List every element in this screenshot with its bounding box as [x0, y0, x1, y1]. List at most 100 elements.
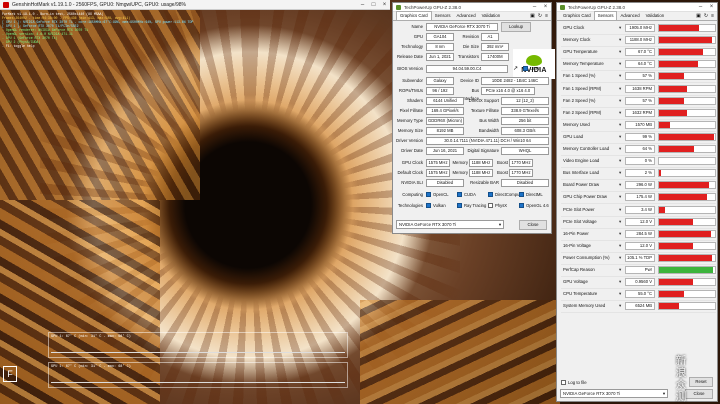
reset-button[interactable]: Reset — [689, 377, 713, 387]
maximize-icon[interactable]: □ — [368, 2, 379, 8]
close-icon[interactable]: × — [540, 4, 551, 10]
close-icon[interactable]: × — [706, 4, 717, 10]
chevron-down-icon[interactable]: ▾ — [619, 134, 621, 140]
tab-sensors[interactable]: Sensors — [432, 12, 454, 20]
checkbox-label: OpenCL — [433, 192, 449, 197]
chevron-down-icon[interactable]: ▾ — [619, 98, 621, 104]
checkbox-vulkan[interactable]: Vulkan — [426, 202, 446, 209]
gpuz-sensors-window[interactable]: TechPowerUp GPU-Z 2.38.0 – × Graphics Ca… — [556, 2, 718, 403]
value-revision: A1 — [481, 33, 499, 41]
chevron-down-icon[interactable]: ▾ — [619, 86, 621, 92]
sensor-graph — [658, 181, 716, 190]
checkbox-label: OpenGL 4.6 — [526, 203, 549, 208]
label-mem-type: Memory Type — [397, 118, 423, 123]
log-label: Log to file — [568, 380, 587, 385]
value-mem-type: GDDR6X (Micron) — [426, 117, 464, 125]
game-titlebar[interactable]: GenshinHotMark v1.19.1.0 - 2560FPS, GPU0… — [0, 0, 390, 10]
sensor-name: PerfCap Reason — [563, 267, 595, 272]
chevron-down-icon[interactable]: ▾ — [619, 146, 621, 152]
refresh-icon[interactable]: ↻ — [538, 12, 542, 20]
chevron-down-icon[interactable]: ▾ — [619, 61, 621, 67]
chevron-down-icon[interactable]: ▾ — [619, 207, 621, 213]
value-driver-date: Jun 16, 2021 — [426, 147, 464, 155]
chevron-down-icon[interactable]: ▾ — [619, 122, 621, 128]
checkbox-opencl[interactable]: OpenCL — [426, 191, 449, 198]
sensor-row: PerfCap Reason ▾ Pwr — [561, 265, 716, 277]
menu-icon[interactable]: ≡ — [545, 12, 548, 20]
label-rops: ROPs/TMUs — [398, 88, 423, 93]
tab-validation[interactable]: Validation — [479, 12, 504, 20]
chevron-down-icon[interactable]: ▾ — [619, 170, 621, 176]
gpu-select-value: NVIDIA GeForce RTX 3070 Ti — [563, 391, 620, 396]
gpuz-card-window[interactable]: TechPowerUp GPU-Z 2.38.0 – × Graphics Ca… — [392, 2, 555, 234]
chevron-down-icon[interactable]: ▾ — [619, 219, 621, 225]
close-button[interactable]: Close — [519, 220, 547, 230]
log-to-file-checkbox[interactable]: Log to file — [561, 380, 587, 385]
gpuz-card-tabs: Graphics Card Sensors Advanced Validation ▣ ↻… — [393, 11, 551, 21]
menu-icon[interactable]: ≡ — [711, 12, 714, 20]
label-sli: NVIDIA SLI — [401, 180, 423, 185]
minimize-icon[interactable]: – — [529, 4, 540, 10]
sensor-graph — [658, 169, 716, 178]
gpu-select[interactable]: NVIDIA GeForce RTX 3070 Ti ▾ — [396, 220, 504, 229]
label-name: Name — [411, 24, 423, 29]
chevron-down-icon[interactable]: ▾ — [619, 194, 621, 200]
sensor-graph-fill — [659, 37, 713, 44]
checkbox-directcompute[interactable]: DirectCompute — [488, 191, 523, 198]
camera-icon[interactable]: ▣ — [696, 12, 701, 20]
chevron-down-icon[interactable]: ▾ — [619, 255, 621, 261]
chevron-down-icon[interactable]: ▾ — [619, 158, 621, 164]
sensor-row: Memory Temperature ▾ 64.0 °C — [561, 59, 716, 72]
value-release-date: Jun 1, 2021 — [426, 53, 454, 61]
chevron-down-icon[interactable]: ▾ — [619, 243, 621, 249]
close-icon[interactable]: × — [379, 2, 390, 8]
tab-sensors[interactable]: Sensors — [593, 11, 618, 20]
sensor-graph — [658, 217, 716, 226]
tab-advanced[interactable]: Advanced — [453, 12, 478, 20]
chevron-down-icon[interactable]: ▾ — [619, 291, 621, 297]
tab-graphics-card[interactable]: Graphics Card — [560, 12, 594, 20]
minimize-icon[interactable]: – — [695, 4, 706, 10]
tab-graphics-card[interactable]: Graphics Card — [396, 11, 432, 20]
sensor-value: Pwr — [625, 266, 655, 274]
sensor-value: 12.0 V — [625, 241, 655, 250]
label-default-clock: Default Clock — [397, 170, 423, 175]
tab-advanced[interactable]: Advanced — [617, 12, 642, 20]
lookup-button[interactable]: Lookup — [501, 22, 531, 32]
gpu-select[interactable]: NVIDIA GeForce RTX 3070 Ti ▾ — [560, 389, 668, 398]
chevron-down-icon[interactable]: ▾ — [619, 37, 621, 43]
sensor-row: GPU Load ▾ 99 % — [561, 132, 716, 144]
close-button[interactable]: Close — [685, 389, 713, 399]
sensor-graph — [658, 145, 716, 153]
chevron-down-icon[interactable]: ▾ — [619, 267, 621, 273]
refresh-icon[interactable]: ↻ — [704, 12, 708, 20]
value-default-memory: 1188 MHz — [469, 169, 493, 177]
checkbox-ray-tracing[interactable]: Ray Tracing — [457, 202, 486, 209]
sensor-graph-fill — [659, 194, 707, 201]
gpuz-sensors-titlebar[interactable]: TechPowerUp GPU-Z 2.38.0 – × — [557, 3, 717, 12]
sensor-name: PCIe Slot Voltage — [563, 218, 597, 224]
checkbox-cuda[interactable]: CUDA — [457, 191, 476, 198]
sensor-name: Memory Controller Load — [563, 146, 610, 151]
sensor-value: 64.0 °C — [625, 60, 655, 69]
chevron-down-icon[interactable]: ▾ — [619, 73, 621, 79]
minimize-icon[interactable]: – — [357, 2, 368, 8]
chevron-down-icon[interactable]: ▾ — [619, 110, 621, 116]
chevron-down-icon[interactable]: ▾ — [619, 279, 621, 285]
chevron-down-icon[interactable]: ▾ — [619, 303, 621, 309]
chevron-down-icon[interactable]: ▾ — [619, 182, 621, 188]
window-title: TechPowerUp GPU-Z 2.38.0 — [568, 4, 626, 10]
tab-validation[interactable]: Validation — [643, 12, 668, 20]
camera-icon[interactable]: ▣ — [530, 12, 535, 20]
sensor-value: 0.9560 V — [625, 278, 655, 287]
chevron-down-icon[interactable]: ▾ — [619, 25, 621, 31]
checkbox-physx[interactable]: PhysX — [488, 202, 507, 209]
checkbox-directml[interactable]: DirectML — [519, 191, 543, 198]
nvidia-eye-icon — [526, 54, 542, 66]
value-boost: 1770 MHz — [509, 159, 533, 167]
checkbox-opengl-4-6[interactable]: OpenGL 4.6 — [519, 202, 549, 209]
chevron-down-icon[interactable]: ▾ — [619, 49, 621, 55]
share-icon[interactable]: ↗ — [513, 65, 518, 72]
checkbox-label: Ray Tracing — [464, 203, 487, 208]
chevron-down-icon[interactable]: ▾ — [619, 231, 621, 237]
